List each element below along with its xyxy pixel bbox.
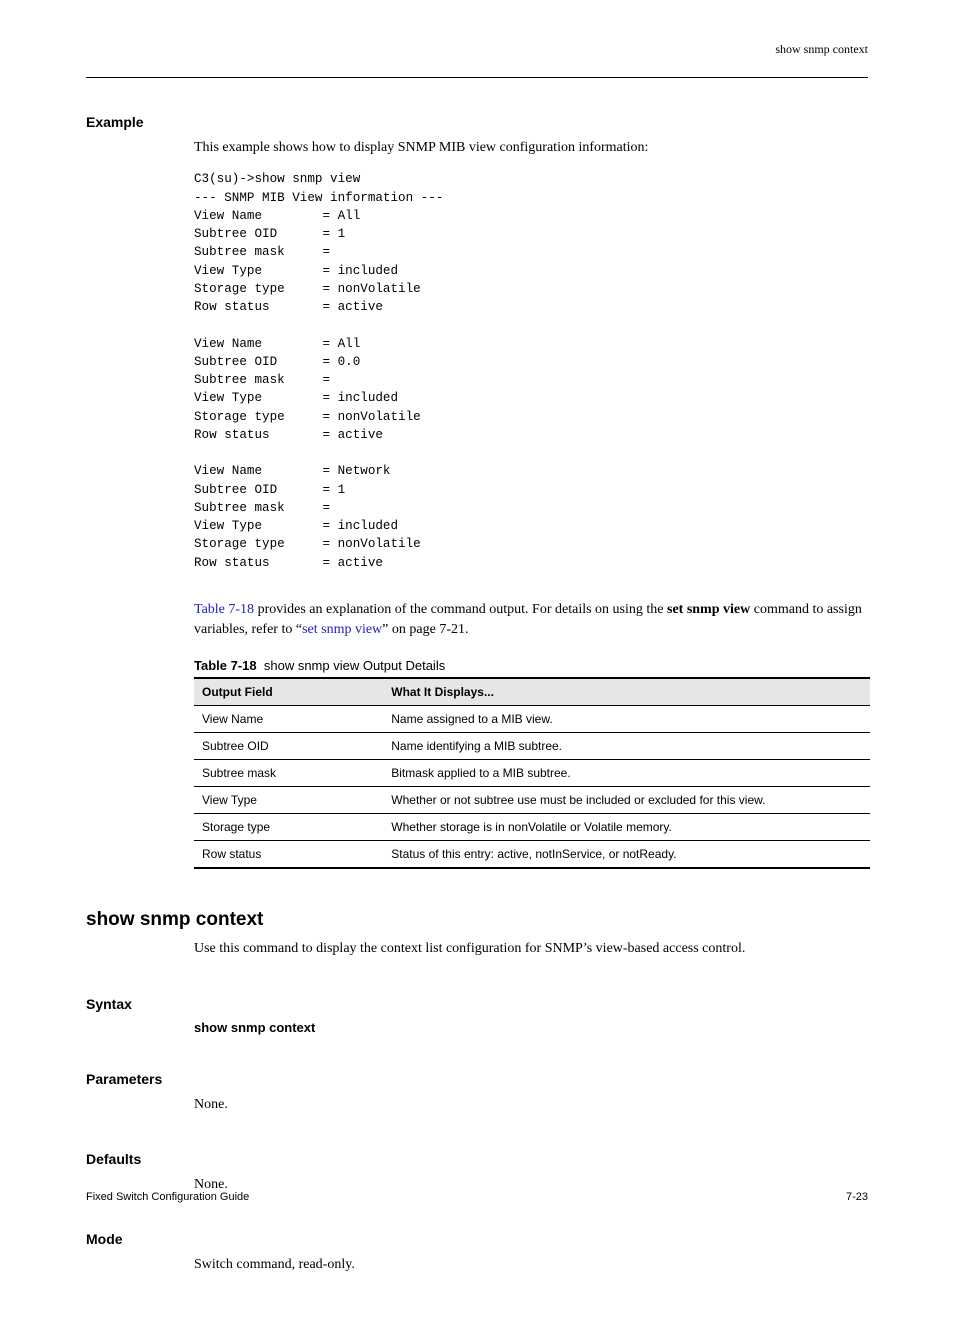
cell-field: Storage type bbox=[194, 814, 383, 841]
table-ref-link[interactable]: Table 7-18 bbox=[194, 602, 254, 617]
cell-field: Row status bbox=[194, 841, 383, 869]
example-heading: Example bbox=[86, 114, 868, 130]
cell-desc: Name identifying a MIB subtree. bbox=[383, 733, 870, 760]
table-row: Row status Status of this entry: active,… bbox=[194, 841, 870, 869]
output-details-table: Output Field What It Displays... View Na… bbox=[194, 677, 870, 869]
command-description: Use this command to display the context … bbox=[194, 939, 868, 959]
cell-field: Subtree mask bbox=[194, 760, 383, 787]
running-header: show snmp context bbox=[86, 42, 868, 57]
table-header-desc: What It Displays... bbox=[383, 678, 870, 706]
header-rule bbox=[86, 77, 868, 78]
command-heading: show snmp context bbox=[86, 909, 868, 931]
page-body: show snmp context Example This example s… bbox=[0, 0, 954, 1326]
example-intro: This example shows how to display SNMP M… bbox=[194, 138, 868, 158]
syntax-code: show snmp context bbox=[194, 1020, 868, 1035]
text-fragment: ” on page 7-21. bbox=[382, 622, 468, 637]
defaults-heading: Defaults bbox=[86, 1151, 868, 1167]
set-snmp-view-link[interactable]: set snmp view bbox=[302, 622, 382, 637]
bold-command: set snmp view bbox=[667, 602, 750, 617]
cell-field: Subtree OID bbox=[194, 733, 383, 760]
table-row: View Type Whether or not subtree use mus… bbox=[194, 787, 870, 814]
table-header-row: Output Field What It Displays... bbox=[194, 678, 870, 706]
table-row: Storage type Whether storage is in nonVo… bbox=[194, 814, 870, 841]
cell-field: View Type bbox=[194, 787, 383, 814]
table-row: Subtree mask Bitmask applied to a MIB su… bbox=[194, 760, 870, 787]
table-title-prefix: Table 7-18 bbox=[194, 658, 257, 673]
code-block: C3(su)->show snmp view --- SNMP MIB View… bbox=[194, 170, 868, 572]
footer-right: 7-23 bbox=[846, 1191, 868, 1203]
page-footer: Fixed Switch Configuration Guide 7-23 bbox=[86, 1191, 868, 1203]
syntax-heading: Syntax bbox=[86, 996, 868, 1012]
text-fragment: provides an explanation of the command o… bbox=[254, 602, 667, 617]
cell-desc: Name assigned to a MIB view. bbox=[383, 706, 870, 733]
parameters-heading: Parameters bbox=[86, 1071, 868, 1087]
table-wrap: Table 7-18 show snmp view Output Details… bbox=[194, 658, 868, 869]
table-row: Subtree OID Name identifying a MIB subtr… bbox=[194, 733, 870, 760]
parameters-body: None. bbox=[194, 1095, 868, 1115]
cell-desc: Whether storage is in nonVolatile or Vol… bbox=[383, 814, 870, 841]
cell-field: View Name bbox=[194, 706, 383, 733]
mode-body: Switch command, read-only. bbox=[194, 1255, 868, 1275]
cell-desc: Bitmask applied to a MIB subtree. bbox=[383, 760, 870, 787]
table-title-rest: show snmp view Output Details bbox=[264, 658, 445, 673]
table-row: View Name Name assigned to a MIB view. bbox=[194, 706, 870, 733]
table-reference-paragraph: Table 7-18 provides an explanation of th… bbox=[194, 600, 868, 641]
cell-desc: Whether or not subtree use must be inclu… bbox=[383, 787, 870, 814]
mode-heading: Mode bbox=[86, 1231, 868, 1247]
table-title: Table 7-18 show snmp view Output Details bbox=[194, 658, 868, 673]
table-header-field: Output Field bbox=[194, 678, 383, 706]
cell-desc: Status of this entry: active, notInServi… bbox=[383, 841, 870, 869]
footer-left: Fixed Switch Configuration Guide bbox=[86, 1191, 249, 1203]
